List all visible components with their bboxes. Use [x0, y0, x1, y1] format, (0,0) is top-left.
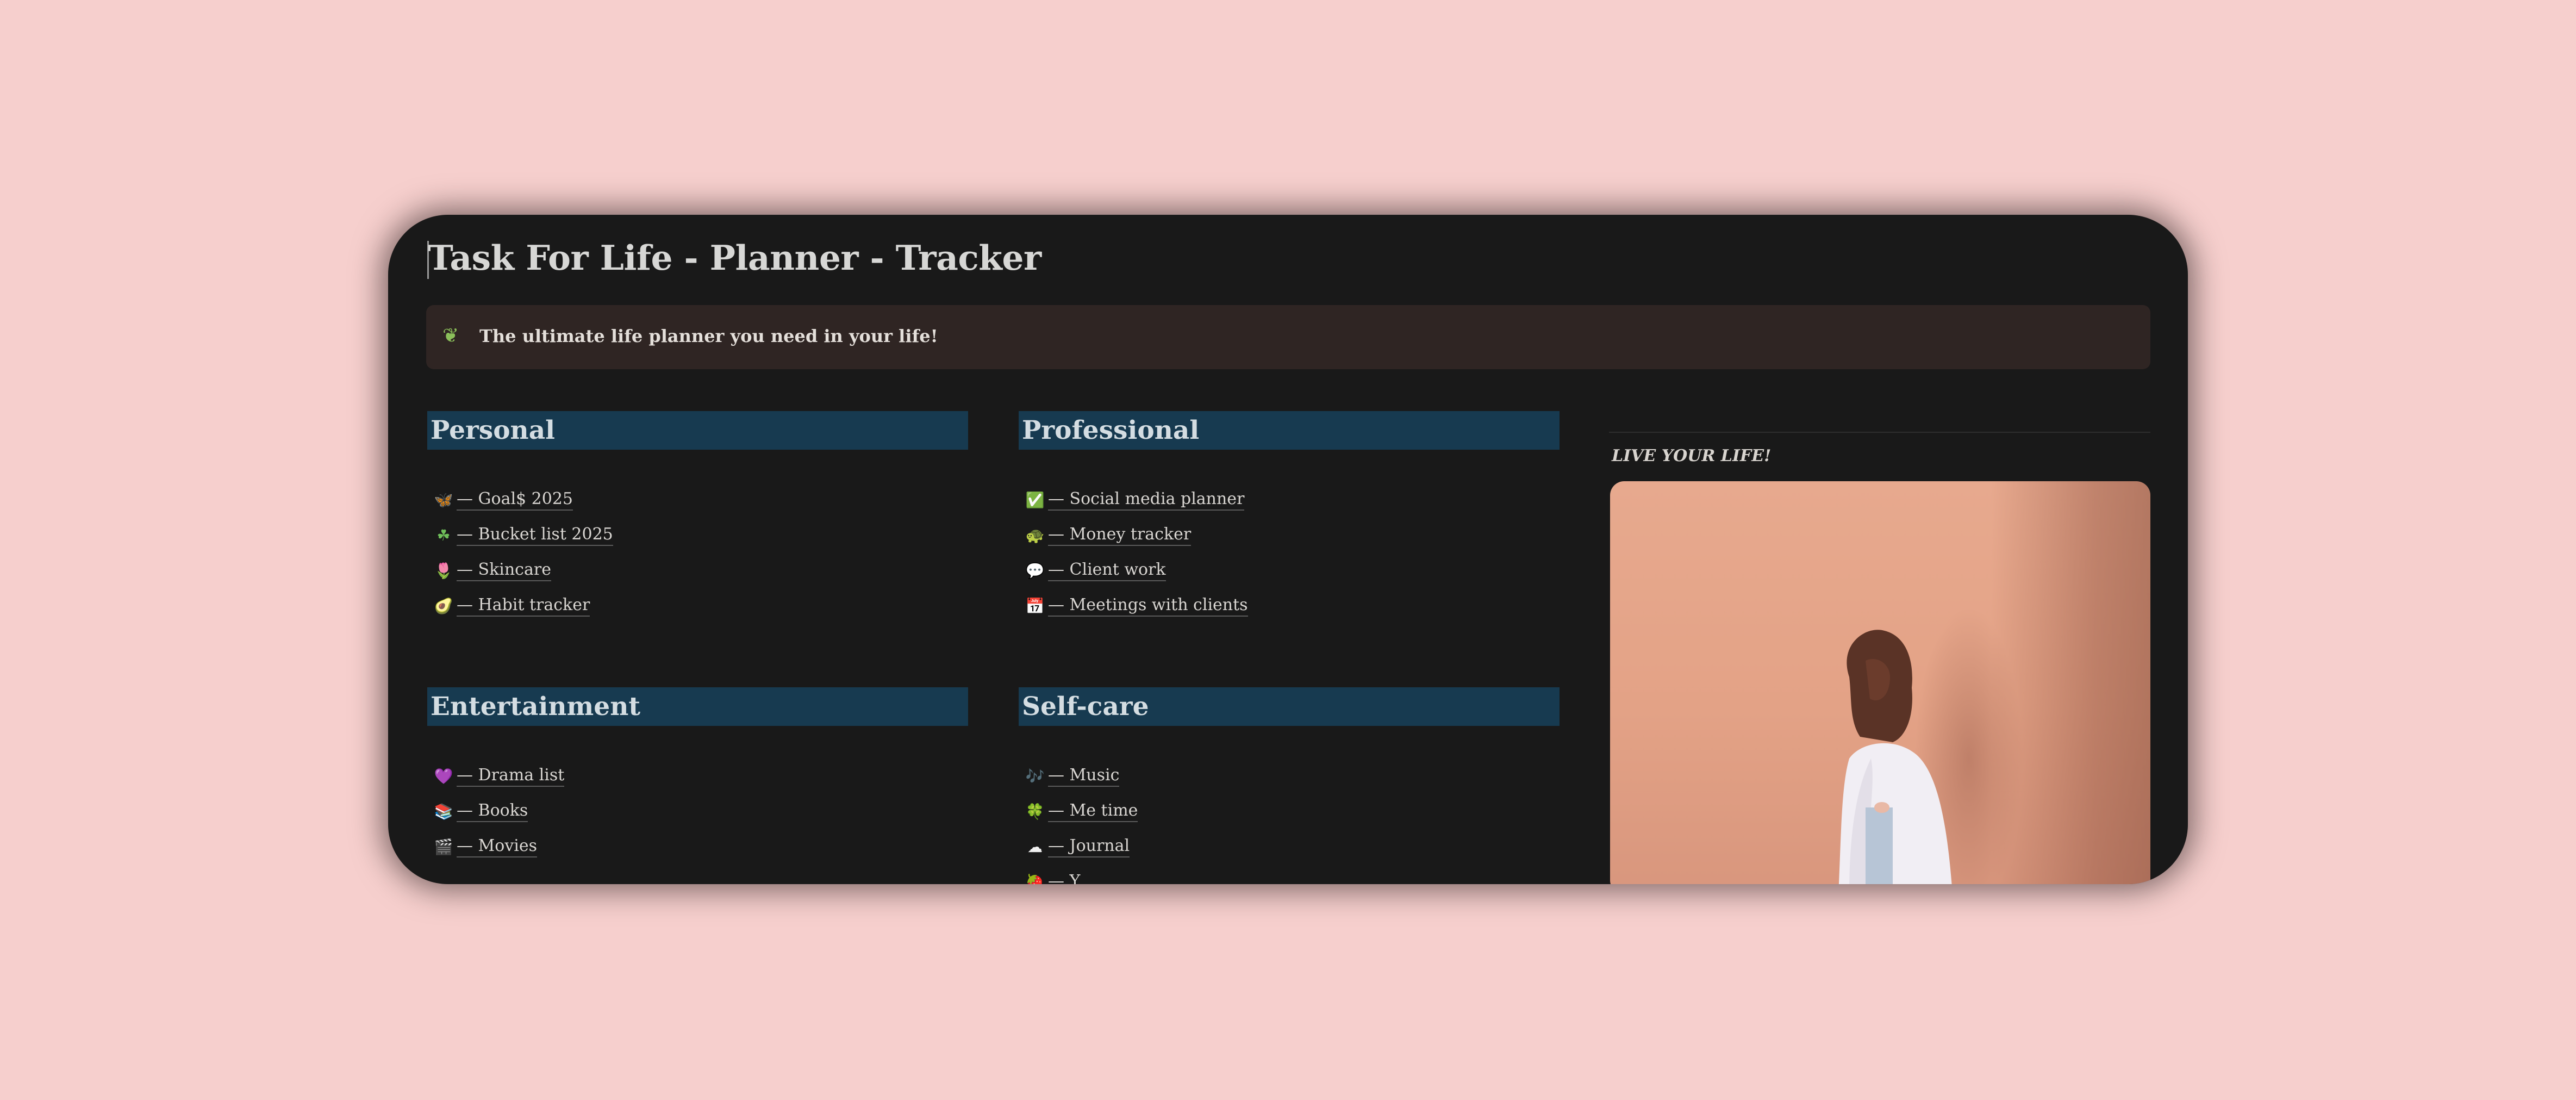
section-heading: Entertainment	[427, 687, 968, 726]
page-link[interactable]: — Me time	[1048, 801, 1138, 822]
seedling-icon: ❦	[442, 325, 459, 347]
avocado-icon: 🥑	[434, 597, 453, 615]
speech-bubble-icon: 💬	[1025, 562, 1045, 580]
page-link[interactable]: — Client work	[1048, 560, 1166, 581]
section-selfcare: Self-care 🎶 — Music 🍀 — Me time ☁ — Journal…	[1019, 687, 1560, 884]
section-heading: Self-care	[1019, 687, 1560, 726]
page-link[interactable]: — Y...	[1048, 872, 1094, 884]
list-item[interactable]: 📚 — Books	[427, 794, 968, 829]
butterfly-icon: 🦋	[434, 491, 453, 509]
page-link[interactable]: — Habit tracker	[457, 595, 590, 617]
page-link[interactable]: — Social media planner	[1048, 489, 1245, 511]
page-link[interactable]: — Goal$ 2025	[457, 489, 573, 511]
list-item[interactable]: ☁ — Journal	[1019, 829, 1560, 865]
turtle-icon: 🐢	[1025, 526, 1045, 544]
list-item[interactable]: ✅ — Social media planner	[1019, 482, 1560, 518]
list-item[interactable]: 🌷 — Skincare	[427, 553, 968, 588]
four-leaf-clover-icon: 🍀	[1025, 803, 1045, 821]
page-link[interactable]: — Money tracker	[1048, 525, 1192, 546]
page-link[interactable]: — Movies	[457, 836, 538, 857]
list-item[interactable]: 🎶 — Music	[1019, 759, 1560, 794]
list-item[interactable]: 🥑 — Habit tracker	[427, 588, 968, 624]
section-heading: Personal	[427, 411, 968, 450]
shamrock-icon: ☘	[436, 526, 451, 544]
clapper-board-icon: 🎬	[434, 838, 453, 856]
page-link[interactable]: — Music	[1048, 766, 1120, 787]
page-link[interactable]: — Skincare	[457, 560, 551, 581]
books-icon: 📚	[434, 803, 453, 821]
flower-icon: 🌷	[434, 562, 453, 580]
check-box-icon: ✅	[1025, 491, 1045, 509]
partial-icon: 🍓	[1025, 873, 1045, 884]
list-item[interactable]: 🎬 — Movies	[427, 829, 968, 865]
quote-text: LIVE YOUR LIFE!	[1612, 446, 1772, 465]
section-personal: Personal 🦋 — Goal$ 2025 ☘ — Bucket list 20…	[427, 411, 968, 624]
page-link[interactable]: — Drama list	[457, 766, 565, 787]
page-link[interactable]: — Meetings with clients	[1048, 595, 1248, 617]
page-link[interactable]: — Bucket list 2025	[457, 525, 613, 546]
divider	[1609, 432, 2150, 433]
callout-block[interactable]: ❦ The ultimate life planner you need in …	[426, 305, 2150, 369]
list-item[interactable]: 🦋 — Goal$ 2025	[427, 482, 968, 518]
list-item[interactable]: 💜 — Drama list	[427, 759, 968, 794]
woman-against-peach-wall-photo	[1610, 481, 2150, 884]
cloud-icon: ☁	[1027, 838, 1043, 856]
list-item[interactable]: 📅 — Meetings with clients	[1019, 588, 1560, 624]
list-item[interactable]: 💬 — Client work	[1019, 553, 1560, 588]
woman-figure-illustration	[1838, 630, 1952, 884]
calendar-icon: 📅	[1025, 597, 1045, 615]
page-title[interactable]: Task For Life - Planner - Tracker	[428, 238, 1041, 278]
purple-heart-icon: 💜	[434, 767, 453, 785]
list-item[interactable]: ☘ — Bucket list 2025	[427, 518, 968, 553]
app-window: Task For Life - Planner - Tracker ❦ The …	[388, 215, 2188, 884]
page-link[interactable]: — Books	[457, 801, 528, 822]
list-item[interactable]: 🐢 — Money tracker	[1019, 518, 1560, 553]
list-item[interactable]: 🍓 — Y...	[1019, 865, 1560, 884]
list-item[interactable]: 🍀 — Me time	[1019, 794, 1560, 829]
section-entertainment: Entertainment 💜 — Drama list 📚 — Books 🎬 — …	[427, 687, 968, 865]
music-notes-icon: 🎶	[1025, 767, 1045, 785]
section-heading: Professional	[1019, 411, 1560, 450]
section-professional: Professional ✅ — Social media planner 🐢 — …	[1019, 411, 1560, 624]
page-link[interactable]: — Journal	[1048, 836, 1130, 857]
callout-text: The ultimate life planner you need in yo…	[479, 326, 938, 346]
